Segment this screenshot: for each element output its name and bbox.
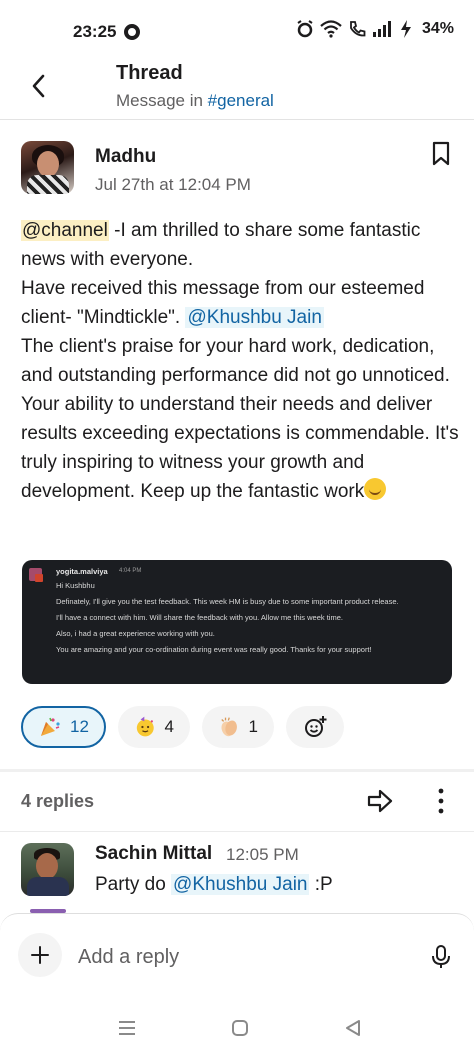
reactions-bar: 12 4 1 [21,706,344,748]
system-nav-bar [0,1003,474,1053]
channel-link[interactable]: #general [208,91,274,110]
message-text-3: The client's praise for your hard work, … [21,336,459,502]
menu-icon [119,1021,135,1035]
more-options-button[interactable] [434,787,448,815]
signal-icon [373,21,391,37]
back-button[interactable] [20,68,56,104]
user-mention[interactable]: @Khushbu Jain [185,307,324,328]
reaction-clapping-hands[interactable]: 1 [202,706,274,748]
reaction-partying-face[interactable]: 4 [118,706,190,748]
embed-line: You are amazing and your co-ordination d… [56,645,372,654]
message-timestamp: Jul 27th at 12:04 PM [95,175,251,194]
reply-body: Party do @Khushbu Jain :P [95,872,333,898]
embed-author: yogita.malviya [56,567,108,576]
home-square-icon [232,1020,248,1036]
thread-header: Thread Message in #general [0,60,474,120]
home-button[interactable] [228,1016,252,1040]
bookmark-button[interactable] [430,141,454,167]
system-back-button[interactable] [341,1016,365,1040]
share-button[interactable] [366,787,394,815]
chevron-left-icon [32,74,45,98]
add-reaction-icon [305,716,327,737]
message-body: @channel -I am thrilled to share some fa… [21,216,461,506]
add-attachment-button[interactable] [18,933,62,977]
reply-input[interactable] [78,943,408,971]
header-subtitle: Message in #general [116,91,274,111]
call-icon [350,21,366,37]
replies-count: 4 replies [21,791,95,811]
embed-line: I'll have a connect with him. Will share… [56,613,343,622]
notification-dot-icon [124,24,140,40]
divider [0,831,474,832]
divider [0,769,474,772]
reply-text-suffix: :P [309,874,333,895]
reaction-count: 12 [70,717,89,736]
subtitle-prefix: Message in [116,91,208,110]
alarm-icon [297,20,313,38]
message-author[interactable]: Madhu [95,146,156,168]
avatar[interactable] [21,141,74,194]
page-title: Thread [116,62,183,84]
embed-time: 4:04 PM [119,568,142,574]
embed-line: Definately, I'll give you the test feedb… [56,597,399,606]
recent-apps-button[interactable] [115,1016,139,1040]
microphone-icon [432,945,450,968]
clapping-hands-icon [221,717,237,737]
status-time: 23:25 [73,22,117,41]
plus-icon [31,946,49,964]
status-icons: 34% [296,20,454,38]
reaction-count: 1 [248,717,258,736]
more-vertical-icon [438,788,444,814]
embed-line: Hi Kushbhu [56,581,95,590]
avatar[interactable] [21,843,74,896]
back-triangle-icon [346,1020,360,1036]
embed-text: Hi Kushbhu Definately, I'll give you the… [56,579,446,656]
charging-icon [401,20,411,38]
reply-text-prefix: Party do [95,874,172,895]
partying-face-icon [136,716,154,737]
channel-mention[interactable]: @channel [21,220,109,241]
attached-image[interactable]: yogita.malviya 4:04 PM Hi Kushbhu Defina… [22,560,452,684]
status-bar: 23:25 34% [0,0,474,60]
embed-line: Also, i had a great experience working w… [56,629,215,638]
party-popper-icon [41,717,60,736]
battery-percent: 34% [422,20,455,37]
wifi-icon [320,20,342,38]
reaction-party-popper[interactable]: 12 [21,706,106,748]
reply-author[interactable]: Sachin Mittal [95,843,212,865]
reaction-count: 4 [164,717,174,736]
reply-timestamp: 12:05 PM [226,845,299,864]
user-mention[interactable]: @Khushbu Jain [171,874,310,895]
voice-message-button[interactable] [430,944,452,970]
bookmark-icon [432,141,450,166]
forward-arrow-icon [367,789,393,813]
add-reaction-button[interactable] [286,706,344,748]
smiling-face-icon [364,478,387,500]
